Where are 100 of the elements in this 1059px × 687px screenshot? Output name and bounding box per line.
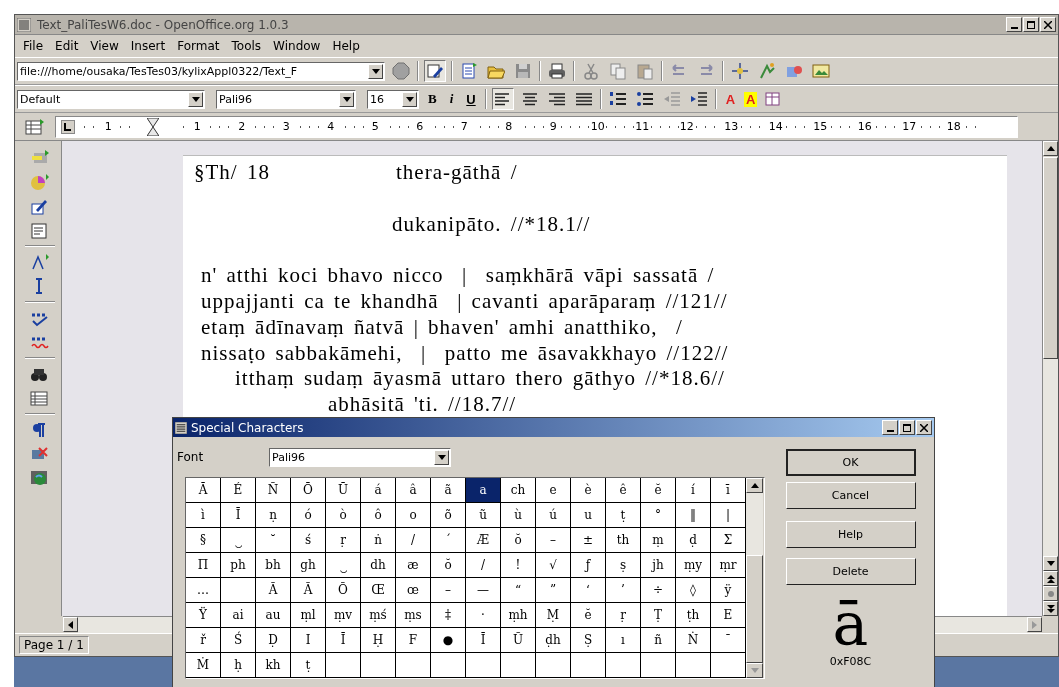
next-page-button[interactable] bbox=[1043, 601, 1058, 616]
character-cell[interactable]: Ṣ bbox=[571, 628, 606, 653]
character-cell[interactable]: ṃy bbox=[676, 553, 711, 578]
maximize-button[interactable] bbox=[1023, 17, 1039, 32]
menu-item[interactable]: Help bbox=[328, 39, 368, 53]
scroll-up-button[interactable] bbox=[1043, 141, 1058, 156]
scroll-up-button[interactable] bbox=[746, 478, 763, 493]
character-cell[interactable]: – bbox=[536, 528, 571, 553]
pencil-icon[interactable] bbox=[30, 197, 50, 215]
character-cell[interactable]: ṅ bbox=[361, 528, 396, 553]
edit-icon[interactable] bbox=[424, 60, 446, 82]
character-cell[interactable] bbox=[501, 653, 536, 678]
character-cell[interactable]: ñ bbox=[641, 628, 676, 653]
character-cell[interactable]: Ḥ bbox=[361, 628, 396, 653]
character-cell[interactable] bbox=[431, 653, 466, 678]
character-cell[interactable]: kh bbox=[256, 653, 291, 678]
character-cell[interactable]: ● bbox=[431, 628, 466, 653]
character-cell[interactable]: ṃl bbox=[291, 603, 326, 628]
character-cell[interactable]: ṃh bbox=[501, 603, 536, 628]
character-cell[interactable]: ṭh bbox=[676, 603, 711, 628]
character-cell[interactable]: ṇ bbox=[256, 503, 291, 528]
table-icon[interactable] bbox=[30, 389, 50, 407]
star-tool-icon[interactable] bbox=[729, 60, 751, 82]
character-cell[interactable]: ĕ bbox=[571, 603, 606, 628]
character-cell[interactable]: Ṅ bbox=[676, 628, 711, 653]
character-cell[interactable]: Ũ bbox=[501, 628, 536, 653]
scroll-down-button[interactable] bbox=[1043, 556, 1058, 571]
character-cell[interactable]: e bbox=[536, 478, 571, 503]
character-cell[interactable]: “ bbox=[501, 578, 536, 603]
character-cell[interactable]: Ṃ bbox=[536, 603, 571, 628]
character-cell[interactable]: ‘ bbox=[571, 578, 606, 603]
highlight-button[interactable]: A bbox=[744, 91, 758, 107]
previous-page-button[interactable] bbox=[1043, 571, 1058, 586]
character-cell[interactable]: Ṭ bbox=[641, 603, 676, 628]
character-cell[interactable]: ◊ bbox=[676, 578, 711, 603]
character-cell[interactable]: ê bbox=[606, 478, 641, 503]
print-icon[interactable] bbox=[546, 60, 568, 82]
menu-item[interactable]: Tools bbox=[227, 39, 270, 53]
character-cell[interactable]: o bbox=[396, 503, 431, 528]
character-cell[interactable] bbox=[641, 653, 676, 678]
character-cell[interactable]: Ī bbox=[466, 628, 501, 653]
minimize-button[interactable] bbox=[1006, 17, 1022, 32]
character-cell[interactable]: ’ bbox=[606, 578, 641, 603]
character-cell[interactable]: F bbox=[396, 628, 431, 653]
character-cell[interactable]: Ã bbox=[291, 578, 326, 603]
character-cell[interactable] bbox=[676, 653, 711, 678]
character-cell[interactable]: í bbox=[676, 478, 711, 503]
scrollbar-thumb[interactable] bbox=[1043, 157, 1058, 359]
character-cell[interactable]: Ñ bbox=[256, 478, 291, 503]
character-cell[interactable]: ḍh bbox=[536, 628, 571, 653]
character-cell[interactable]: ś bbox=[291, 528, 326, 553]
character-cell[interactable]: ř bbox=[186, 628, 221, 653]
character-cell[interactable]: ƒ bbox=[571, 553, 606, 578]
character-cell[interactable]: √ bbox=[536, 553, 571, 578]
character-cell[interactable]: â bbox=[396, 478, 431, 503]
character-cell[interactable]: Ś bbox=[221, 628, 256, 653]
character-cell[interactable]: I bbox=[291, 628, 326, 653]
maximize-button[interactable] bbox=[899, 420, 915, 435]
character-cell[interactable]: ” bbox=[536, 578, 571, 603]
character-cell[interactable]: – bbox=[431, 578, 466, 603]
menu-item[interactable]: File bbox=[19, 39, 52, 53]
stop-icon[interactable] bbox=[390, 60, 412, 82]
character-cell[interactable]: / bbox=[466, 553, 501, 578]
character-cell[interactable]: õ bbox=[431, 503, 466, 528]
character-cell[interactable]: ı bbox=[606, 628, 641, 653]
character-cell[interactable]: ph bbox=[221, 553, 256, 578]
indent-marker-icon[interactable] bbox=[146, 117, 159, 136]
character-cell[interactable]: au bbox=[256, 603, 291, 628]
character-cell[interactable]: ó bbox=[291, 503, 326, 528]
menu-item[interactable]: Edit bbox=[51, 39, 87, 53]
character-cell[interactable]: ‿ bbox=[221, 528, 256, 553]
character-cell[interactable]: ṃs bbox=[396, 603, 431, 628]
character-cell[interactable]: Ṁ bbox=[186, 653, 221, 678]
window-menu-icon[interactable] bbox=[175, 421, 187, 434]
menu-item[interactable]: Window bbox=[269, 39, 329, 53]
character-cell[interactable]: ! bbox=[501, 553, 536, 578]
character-cell[interactable]: ù bbox=[501, 503, 536, 528]
font-combo[interactable]: Pali96 bbox=[269, 447, 451, 467]
character-cell[interactable]: ḍ bbox=[676, 528, 711, 553]
menu-item[interactable]: Insert bbox=[126, 39, 174, 53]
character-cell[interactable]: Œ bbox=[361, 578, 396, 603]
character-cell[interactable]: ṣ bbox=[606, 553, 641, 578]
character-cell[interactable]: Æ bbox=[466, 528, 501, 553]
format-button[interactable]: i bbox=[445, 91, 458, 107]
character-cell[interactable]: — bbox=[466, 578, 501, 603]
character-cell[interactable]: É bbox=[221, 478, 256, 503]
character-cell[interactable]: … bbox=[186, 578, 221, 603]
character-cell[interactable] bbox=[536, 653, 571, 678]
url-combo[interactable]: file:///home/ousaka/TesTes03/kylixAppl0322/Text_F bbox=[17, 61, 385, 81]
character-cell[interactable]: Ã bbox=[256, 578, 291, 603]
character-cell[interactable] bbox=[221, 578, 256, 603]
character-cell[interactable]: gh bbox=[291, 553, 326, 578]
character-cell[interactable]: œ bbox=[396, 578, 431, 603]
character-cell[interactable]: ŏ bbox=[431, 553, 466, 578]
character-cell[interactable]: u bbox=[571, 503, 606, 528]
dialog-button[interactable]: Help bbox=[785, 521, 916, 548]
character-cell[interactable]: ° bbox=[641, 503, 676, 528]
character-cell[interactable]: th bbox=[606, 528, 641, 553]
character-cell[interactable]: ˘ bbox=[256, 528, 291, 553]
menu-item[interactable]: Format bbox=[173, 39, 228, 53]
